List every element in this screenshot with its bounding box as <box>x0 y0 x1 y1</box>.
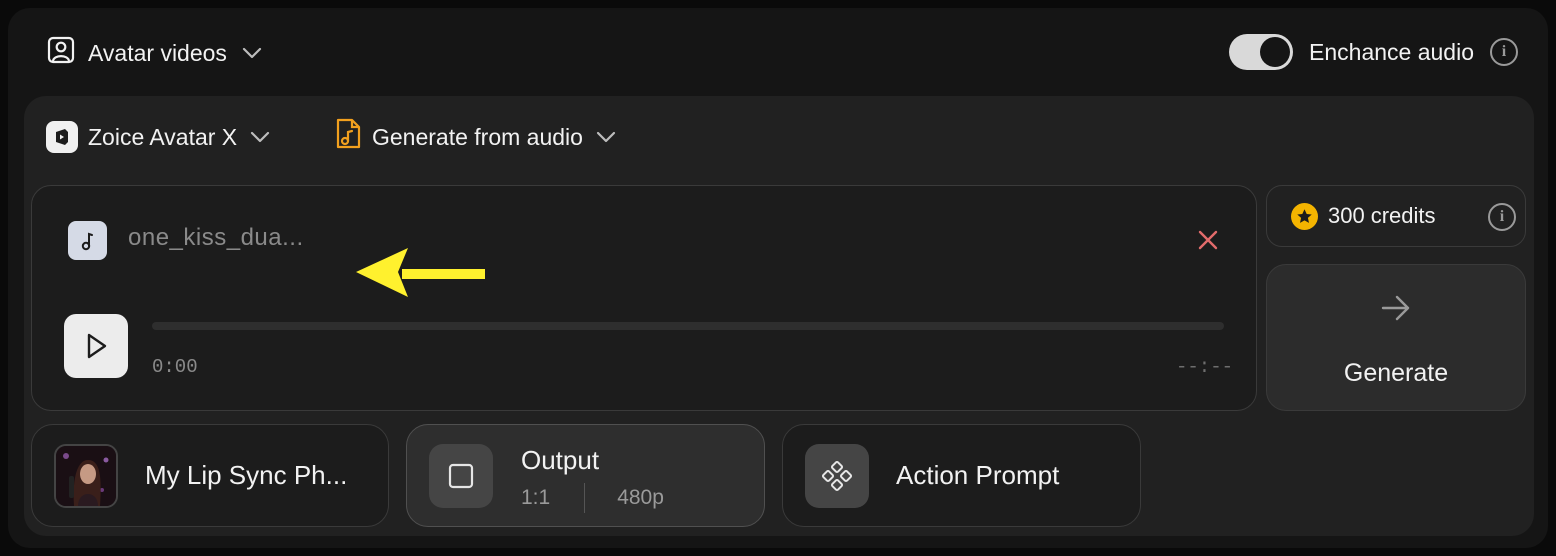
source-selector[interactable]: Generate from audio <box>334 118 619 156</box>
generate-label: Generate <box>1343 359 1449 387</box>
mode-selector[interactable]: Avatar videos <box>46 36 265 70</box>
output-settings[interactable]: Output 1:1 480p <box>406 424 765 527</box>
output-ratio: 1:1 <box>521 486 551 509</box>
play-button[interactable] <box>64 314 128 378</box>
enhance-audio-control: Enchance audio i <box>1229 34 1518 70</box>
info-icon[interactable]: i <box>1488 203 1516 231</box>
audio-progress-bar[interactable] <box>152 322 1224 330</box>
generate-button[interactable]: Generate <box>1266 264 1526 411</box>
credits-amount: 300 <box>1328 203 1365 228</box>
arrow-right-icon <box>1381 295 1410 321</box>
close-icon[interactable] <box>1194 226 1222 254</box>
output-resolution: 480p <box>617 486 664 509</box>
source-label: Generate from audio <box>372 123 583 150</box>
zoice-logo-icon <box>46 121 78 153</box>
chevron-down-icon <box>593 124 619 150</box>
credits-unit: credits <box>1370 203 1436 228</box>
total-time: --:-- <box>1176 356 1234 378</box>
current-time: 0:00 <box>152 356 198 378</box>
action-prompt-label: Action Prompt <box>896 460 1060 490</box>
output-title: Output <box>521 445 600 475</box>
model-label: Zoice Avatar X <box>88 123 238 150</box>
chevron-down-icon <box>239 40 265 66</box>
divider <box>584 483 586 513</box>
toggle-knob <box>1260 37 1291 67</box>
lip-sync-label: My Lip Sync Ph... <box>145 460 348 490</box>
mode-label: Avatar videos <box>88 39 227 66</box>
lip-sync-thumbnail <box>54 444 118 508</box>
action-prompt-button[interactable]: Action Prompt <box>782 424 1141 527</box>
person-square-icon <box>46 35 76 71</box>
audio-file-icon <box>334 118 362 156</box>
credits-display: 300 credits i <box>1266 185 1526 247</box>
info-icon[interactable]: i <box>1490 38 1518 66</box>
play-icon <box>87 333 107 359</box>
enhance-audio-toggle[interactable] <box>1229 34 1294 70</box>
lip-sync-photo-selector[interactable]: My Lip Sync Ph... <box>31 424 389 527</box>
audio-player-card <box>31 185 1257 411</box>
enhance-audio-label: Enchance audio <box>1309 38 1474 65</box>
square-ratio-icon <box>429 444 493 508</box>
star-icon <box>1291 202 1318 230</box>
model-selector[interactable]: Zoice Avatar X <box>46 118 273 156</box>
music-note-icon <box>68 221 107 260</box>
diamond-dots-icon <box>805 444 869 508</box>
audio-file-name: one_kiss_dua... <box>128 224 304 251</box>
annotation-arrow <box>356 248 485 297</box>
chevron-down-icon <box>247 124 273 150</box>
output-meta: 1:1 480p <box>521 483 664 513</box>
